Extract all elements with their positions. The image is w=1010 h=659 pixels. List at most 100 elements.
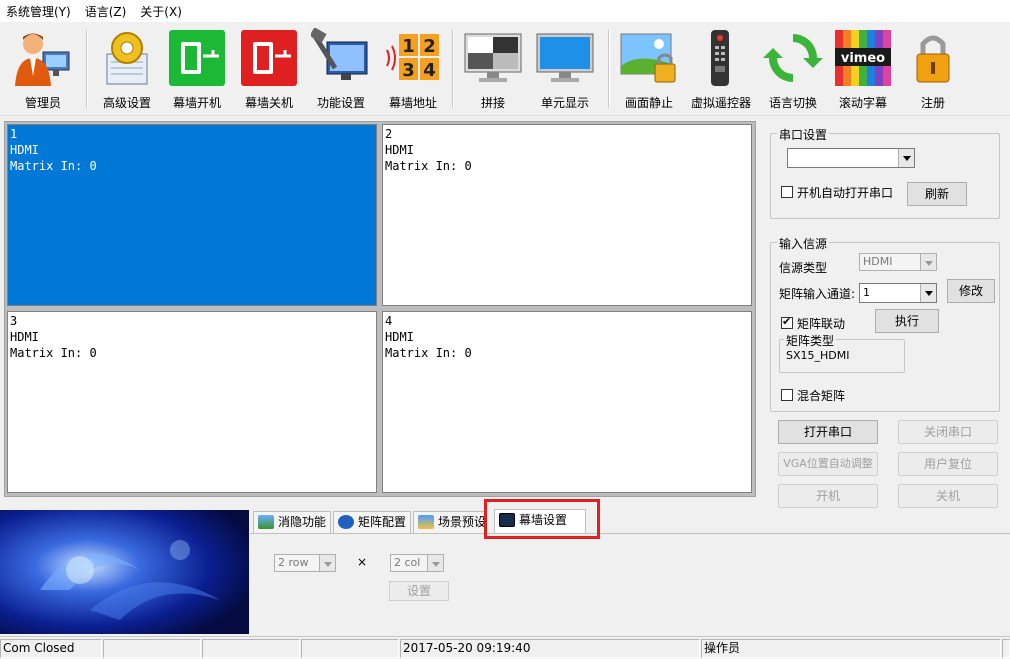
- input-source-title: 输入信源: [777, 235, 830, 252]
- modify-button[interactable]: 修改: [947, 279, 995, 303]
- bottom-tabs: 消隐功能 矩阵配置 场景预设 幕墙设置 2 row × 2 col 设置: [250, 509, 1010, 634]
- language-switch-button[interactable]: 语言切换: [760, 26, 826, 112]
- function-settings-button[interactable]: 功能设置: [308, 26, 374, 112]
- open-serial-button[interactable]: 打开串口: [778, 420, 878, 444]
- screen-3[interactable]: 3 HDMI Matrix In: 0: [7, 311, 377, 493]
- serial-port-select[interactable]: [787, 148, 915, 168]
- vga-auto-adjust-button[interactable]: VGA位置自动调整: [778, 452, 878, 476]
- source-type-select[interactable]: HDMI: [859, 253, 937, 271]
- status-cell-7: [1002, 639, 1010, 658]
- wall-address-label: 幕墙地址: [388, 96, 437, 110]
- virtual-remote-label: 虚拟遥控器: [690, 96, 751, 110]
- auto-open-serial-checkbox[interactable]: [781, 186, 793, 198]
- status-com: Com Closed: [0, 639, 102, 658]
- advanced-settings-label: 高级设置: [102, 96, 151, 110]
- screen-matrix-input: Matrix In: 0: [10, 159, 97, 173]
- screen-matrix-input: Matrix In: 0: [10, 346, 97, 360]
- rows-select[interactable]: 2 row: [274, 554, 336, 572]
- right-panel: 串口设置 开机自动打开串口 刷新 输入信源 信源类型 HDMI 矩阵输入通道: …: [762, 118, 1010, 510]
- wall-power-off-label: 幕墙关机: [244, 96, 293, 110]
- admin-user-icon: [15, 33, 70, 86]
- screen-source: HDMI: [385, 330, 414, 344]
- chevron-down-icon: [920, 284, 936, 302]
- refresh-button[interactable]: 刷新: [907, 182, 967, 206]
- advanced-settings-button[interactable]: 高级设置: [94, 26, 160, 112]
- set-button[interactable]: 设置: [389, 581, 449, 601]
- splice-button[interactable]: 拼接: [460, 26, 526, 112]
- freeze-picture-button[interactable]: 画面静止: [616, 26, 682, 112]
- menu-language[interactable]: 语言(Z): [85, 3, 127, 20]
- mixed-matrix-checkbox[interactable]: [781, 389, 793, 401]
- serial-settings-title: 串口设置: [777, 126, 830, 143]
- splice-label: 拼接: [480, 96, 505, 110]
- screen-matrix-input: Matrix In: 0: [385, 159, 472, 173]
- language-switch-icon: [763, 34, 823, 82]
- scrolling-subtitle-button[interactable]: vimeo 滚动字幕: [830, 26, 896, 112]
- matrix-channel-label: 矩阵输入通道:: [779, 287, 856, 301]
- blanking-icon: [258, 515, 274, 529]
- virtual-remote-button[interactable]: 虚拟遥控器: [688, 26, 754, 112]
- source-type-label: 信源类型: [779, 261, 828, 275]
- screen-4[interactable]: 4 HDMI Matrix In: 0: [382, 311, 752, 493]
- toolbar-separator: [452, 30, 454, 108]
- matrix-type-title: 矩阵类型: [784, 332, 837, 349]
- tab-matrix-config[interactable]: 矩阵配置: [333, 511, 411, 533]
- mixed-matrix-label: 混合矩阵: [797, 389, 846, 403]
- menu-system-management[interactable]: 系统管理(Y): [6, 3, 71, 20]
- menu-about[interactable]: 关于(X): [140, 3, 182, 20]
- screen-number: 1: [10, 127, 18, 141]
- status-bar: Com Closed 2017-05-20 09:19:40 操作员: [0, 636, 1010, 659]
- preview-image: [0, 510, 249, 634]
- matrix-config-icon: [338, 515, 354, 529]
- unit-display-label: 单元显示: [540, 96, 589, 110]
- wall-power-off-button[interactable]: 幕墙关机: [236, 26, 302, 112]
- screen-number: 2: [385, 127, 393, 141]
- wall-power-on-button[interactable]: 幕墙开机: [164, 26, 230, 112]
- close-serial-button[interactable]: 关闭串口: [898, 420, 998, 444]
- matrix-link-checkbox[interactable]: [781, 315, 793, 329]
- unit-display-monitor-icon: [536, 33, 594, 82]
- function-settings-icon: [311, 28, 368, 80]
- power-off-button[interactable]: 关机: [898, 484, 998, 508]
- advanced-settings-icon: [106, 32, 148, 85]
- admin-button[interactable]: 管理员: [10, 26, 76, 112]
- tab-scene-preset[interactable]: 场景预设: [413, 511, 485, 533]
- wall-address-button[interactable]: 1 2 3 4 幕墙地址: [380, 26, 446, 112]
- times-symbol: ×: [357, 555, 368, 569]
- input-source-group: 输入信源 信源类型 HDMI 矩阵输入通道: 1 修改 矩阵联动 执行 矩阵类型…: [770, 235, 1000, 412]
- matrix-channel-select[interactable]: 1: [859, 283, 937, 303]
- matrix-link-label: 矩阵联动: [797, 317, 846, 331]
- language-switch-label: 语言切换: [768, 96, 817, 110]
- execute-button[interactable]: 执行: [875, 309, 939, 333]
- register-lock-icon: [916, 35, 950, 83]
- power-on-button[interactable]: 开机: [778, 484, 878, 508]
- screen-number: 3: [10, 314, 18, 328]
- status-datetime: 2017-05-20 09:19:40: [400, 639, 700, 658]
- user-reset-button[interactable]: 用户复位: [898, 452, 998, 476]
- highlight-box: [484, 499, 600, 539]
- matrix-type-group: 矩阵类型 SX15_HDMI: [779, 332, 905, 373]
- screen-1[interactable]: 1 HDMI Matrix In: 0: [7, 124, 377, 306]
- scrolling-subtitle-icon: vimeo: [835, 30, 891, 86]
- wall-power-on-label: 幕墙开机: [172, 96, 221, 110]
- wall-settings-panel: 2 row × 2 col 设置: [250, 533, 1010, 634]
- screen-source: HDMI: [10, 143, 39, 157]
- status-cell-3: [202, 639, 300, 658]
- svg-text:3: 3: [402, 60, 415, 81]
- screen-2[interactable]: 2 HDMI Matrix In: 0: [382, 124, 752, 306]
- freeze-picture-icon: [620, 33, 676, 83]
- unit-display-button[interactable]: 单元显示: [532, 26, 598, 112]
- tab-blanking[interactable]: 消隐功能: [253, 511, 331, 533]
- screen-number: 4: [385, 314, 393, 328]
- svg-text:2: 2: [423, 36, 436, 57]
- svg-text:vimeo: vimeo: [841, 51, 885, 66]
- video-wall-grid: 1 HDMI Matrix In: 0 2 HDMI Matrix In: 0 …: [4, 121, 756, 497]
- toolbar-separator: [86, 30, 88, 108]
- matrix-type-value: SX15_HDMI: [786, 349, 850, 362]
- cols-select[interactable]: 2 col: [390, 554, 444, 572]
- status-cell-2: [103, 639, 201, 658]
- status-cell-4: [301, 639, 399, 658]
- register-button[interactable]: 注册: [900, 26, 966, 112]
- screen-matrix-input: Matrix In: 0: [385, 346, 472, 360]
- chevron-down-icon: [920, 254, 936, 270]
